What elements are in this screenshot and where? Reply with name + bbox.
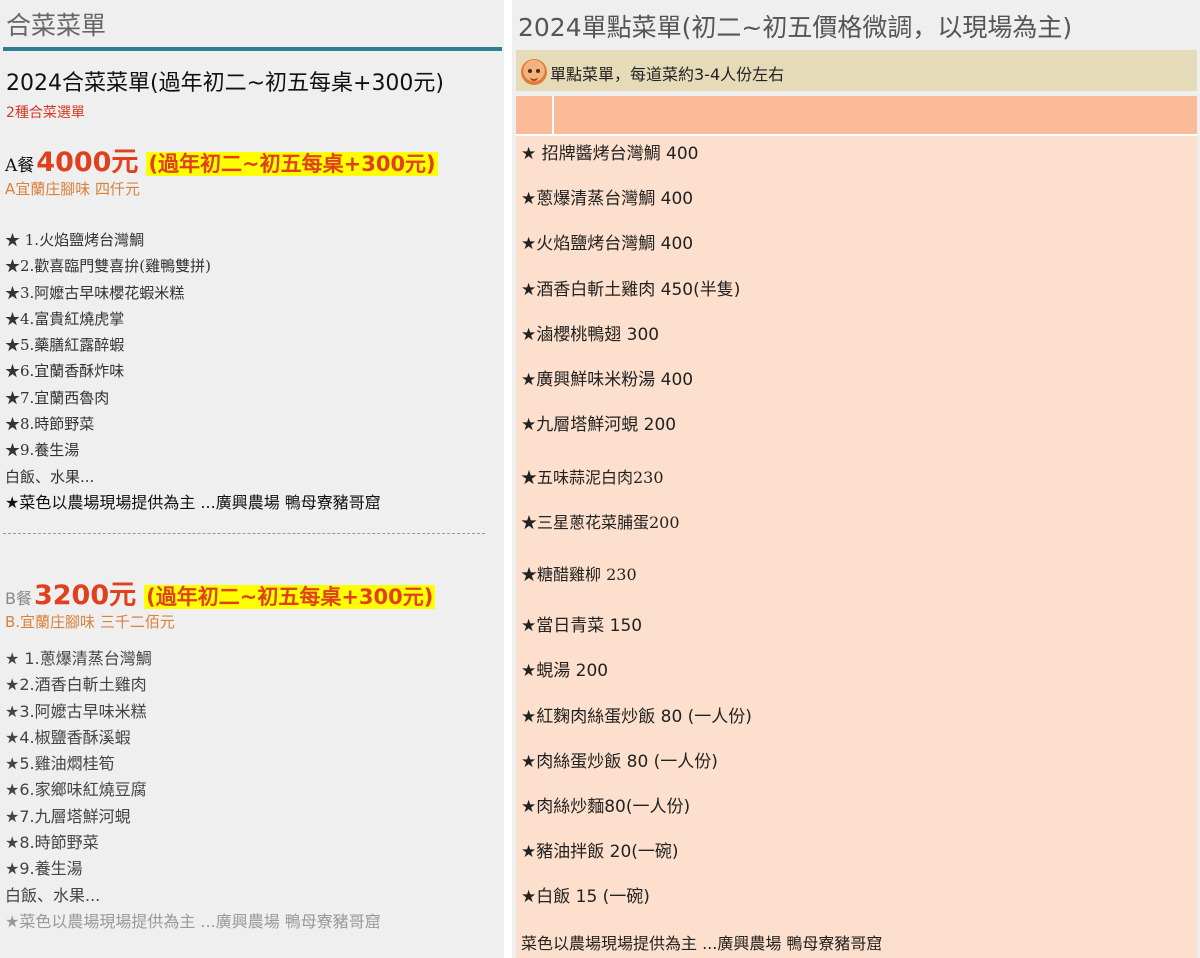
dish-row: ★肉絲蛋炒飯 80 (一人份): [521, 752, 718, 772]
set-b-price: 3200元: [33, 580, 137, 611]
dish-item: ★9.養生湯: [5, 859, 83, 879]
dish-item: ★4.椒鹽香酥溪蝦: [5, 727, 131, 747]
dish-item: ★9.養生湯: [5, 441, 80, 460]
set-menu-heading: 2024合菜菜單(過年初二~初五每桌+300元): [6, 71, 445, 96]
dish-row: ★五味蒜泥白肉230: [521, 468, 664, 487]
set-b-footer-note: ★菜色以農場現場提供為主 ...廣興農場 鴨母寮豬哥窟: [5, 911, 381, 931]
dish-row: ★蔥爆清蒸台灣鯛 400: [521, 189, 694, 209]
dish-row: ★蜆湯 200: [521, 661, 609, 681]
dish-item: ★6.家鄉味紅燒豆腐: [5, 780, 147, 800]
set-b-dish-list: ★ 1.蔥爆清蒸台灣鯛 ★2.酒香白斬土雞肉 ★3.阿嬤古早味米糕 ★4.椒鹽香…: [5, 646, 381, 935]
dish-row: ★白飯 15 (一碗): [521, 887, 650, 907]
dish-item: ★7.宜蘭西魯肉: [5, 388, 110, 407]
dish-item: 白飯、水果...: [5, 885, 101, 905]
dashed-divider: [3, 533, 485, 534]
title-underline: [3, 47, 502, 51]
pig-face-icon: [521, 59, 547, 85]
set-a-footer-note: ★菜色以農場現場提供為主 ...廣興農場 鴨母寮豬哥窟: [5, 492, 381, 512]
dish-row: ★糖醋雞柳 230: [521, 565, 637, 584]
set-menu-panel: 合菜菜單 2024合菜菜單(過年初二~初五每桌+300元) 2種合菜選單 A餐4…: [0, 0, 504, 958]
set-menu-title: 合菜菜單: [6, 11, 107, 40]
set-a-price: 4000元: [36, 147, 139, 178]
a-la-carte-title: 2024單點菜單(初二~初五價格微調，以現場為主): [518, 13, 1073, 42]
table-header-row: [516, 96, 1197, 134]
dish-row: ★三星蔥花菜脯蛋200: [521, 513, 680, 532]
set-a-holiday-note: (過年初二~初五每桌+300元): [146, 152, 438, 176]
dish-table: [516, 134, 1197, 958]
column-divider: [552, 96, 554, 134]
a-la-carte-footer-note: 菜色以農場現場提供為主 ...廣興農場 鴨母寮豬哥窟: [521, 934, 883, 953]
dish-item: ★8.時節野菜: [5, 833, 99, 853]
dish-row: ★紅麴肉絲蛋炒飯 80 (一人份): [521, 707, 752, 727]
dish-item: ★7.九層塔鮮河蜆: [5, 806, 131, 826]
dish-row: ★九層塔鮮河蜆 200: [521, 415, 677, 435]
dish-item: ★2.酒香白斬土雞肉: [5, 675, 147, 695]
dish-item: ★ 1.蔥爆清蒸台灣鯛: [5, 649, 152, 668]
portion-note-band: 單點菜單，每道菜約3-4人份左右: [516, 50, 1197, 91]
set-b-holiday-note: (過年初二~初五每桌+300元): [144, 585, 436, 609]
dish-item: 白飯、水果...: [5, 467, 95, 486]
set-a-subtitle: A宜蘭庄腳味 四仟元: [5, 180, 141, 198]
set-a-header: A餐4000元 (過年初二~初五每桌+300元): [5, 140, 438, 179]
dish-row: ★豬油拌飯 20(一碗): [521, 842, 679, 862]
set-menu-subheading: 2種合菜選單: [6, 105, 85, 121]
dish-row: ★當日青菜 150: [521, 616, 643, 636]
dish-row: ★滷櫻桃鴨翅 300: [521, 325, 660, 345]
dish-row: ★酒香白斬土雞肉 450(半隻): [521, 280, 741, 300]
set-b-header: B餐3200元 (過年初二~初五每桌+300元): [5, 573, 436, 612]
dish-item: ★2.歡喜臨門雙喜拚(雞鴨雙拼): [5, 257, 212, 276]
set-b-subtitle: B.宜蘭庄腳味 三千二佰元: [5, 613, 175, 631]
dish-item: ★ 1.火焰鹽烤台灣鯛: [5, 231, 145, 249]
set-a-dish-list: ★ 1.火焰鹽烤台灣鯛 ★2.歡喜臨門雙喜拚(雞鴨雙拼) ★3.阿嬤古早味櫻花蝦…: [5, 227, 381, 516]
dish-row: ★火焰鹽烤台灣鯛 400: [521, 234, 694, 254]
dish-item: ★3.阿嬤古早味米糕: [5, 701, 147, 721]
dish-item: ★8.時節野菜: [5, 415, 95, 434]
dish-row: ★廣興鮮味米粉湯 400: [521, 370, 694, 390]
dish-item: ★5.藥膳紅露醉蝦: [5, 336, 125, 355]
dish-row: ★ 招牌醬烤台灣鯛 400: [521, 144, 699, 164]
portion-note-text: 單點菜單，每道菜約3-4人份左右: [550, 65, 785, 84]
dish-item: ★3.阿嬤古早味櫻花蝦米糕: [5, 283, 185, 302]
dish-item: ★5.雞油燜桂筍: [5, 754, 115, 774]
set-a-label: A餐: [5, 156, 35, 176]
dish-item: ★4.富貴紅燒虎掌: [5, 309, 125, 328]
a-la-carte-panel: 2024單點菜單(初二~初五價格微調，以現場為主) 單點菜單，每道菜約3-4人份…: [512, 0, 1200, 958]
set-b-label: B餐: [5, 589, 32, 608]
dish-item: ★6.宜蘭香酥炸味: [5, 362, 125, 381]
dish-row: ★肉絲炒麵80(一人份): [521, 797, 691, 817]
